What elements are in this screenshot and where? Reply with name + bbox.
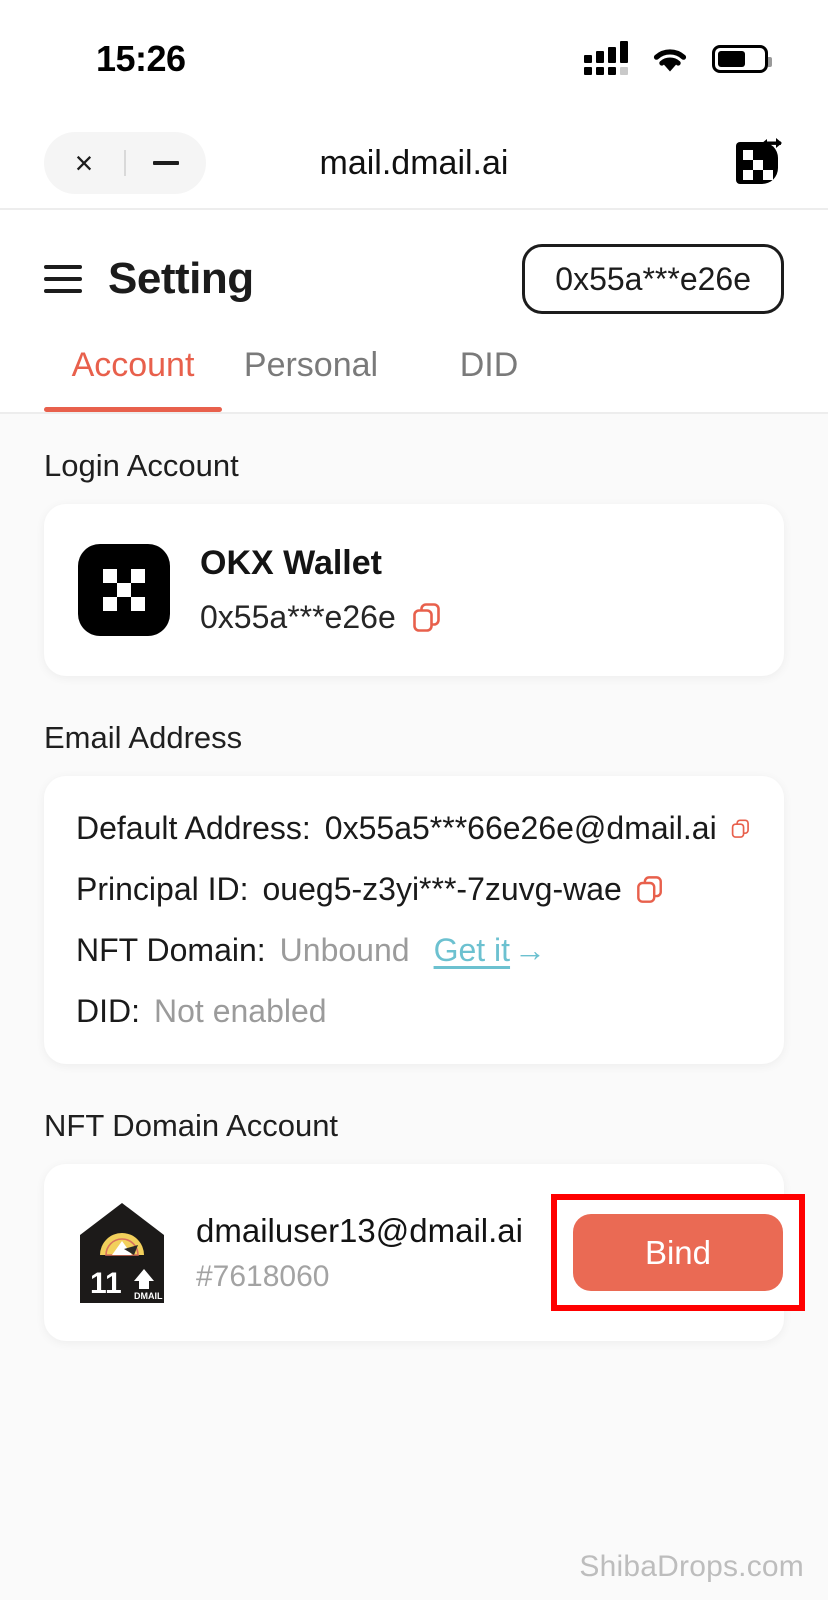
copy-icon[interactable] bbox=[731, 814, 750, 844]
minimize-button[interactable] bbox=[126, 132, 206, 194]
phone-screen: 15:26 × mail.dmail.ai Setting 0x55a***e2… bbox=[0, 0, 828, 1600]
value-nft-domain: Unbound bbox=[279, 932, 410, 968]
title-group: Setting bbox=[44, 254, 254, 304]
email-address-card: Default Address: 0x55a5***66e26e@dmail.a… bbox=[44, 776, 784, 1064]
value-principal-id: oueg5-z3yi***-7zuvg-wae bbox=[262, 871, 622, 907]
value-default-address: 0x55a5***66e26e@dmail.ai bbox=[324, 810, 717, 846]
close-icon: × bbox=[74, 145, 94, 181]
tab-personal[interactable]: Personal bbox=[222, 318, 400, 412]
login-account-card: OKX Wallet 0x55a***e26e bbox=[44, 504, 784, 676]
window-controls: × bbox=[44, 132, 206, 194]
label-did: DID: bbox=[76, 993, 140, 1029]
okx-swap-icon[interactable] bbox=[724, 132, 786, 194]
watermark: ShibaDrops.com bbox=[579, 1550, 804, 1583]
browser-bar: × mail.dmail.ai bbox=[0, 118, 828, 210]
tab-account[interactable]: Account bbox=[44, 318, 222, 412]
copy-icon[interactable] bbox=[412, 602, 442, 634]
nft-token-id: #7618060 bbox=[196, 1259, 330, 1293]
nft-brand: DMAIL bbox=[134, 1291, 163, 1301]
wallet-address: 0x55a***e26e bbox=[200, 599, 396, 635]
tab-bar: Account Personal DID bbox=[0, 318, 828, 414]
row-default-address: Default Address: 0x55a5***66e26e@dmail.a… bbox=[76, 810, 750, 847]
dmail-nft-badge-icon: 11 DMAIL bbox=[80, 1202, 164, 1303]
status-bar: 15:26 bbox=[0, 0, 828, 118]
bind-button-highlight: Bind bbox=[550, 1194, 805, 1311]
wifi-icon bbox=[653, 49, 687, 72]
okx-wallet-logo-icon bbox=[78, 544, 170, 636]
section-label-email-address: Email Address bbox=[44, 720, 243, 755]
wallet-address-pill[interactable]: 0x55a***e26e bbox=[522, 244, 784, 314]
bind-button[interactable]: Bind bbox=[572, 1214, 783, 1291]
nft-email: dmailuser13@dmail.ai bbox=[196, 1211, 523, 1249]
wallet-meta: OKX Wallet 0x55a***e26e bbox=[200, 544, 442, 636]
label-nft-domain: NFT Domain: bbox=[76, 932, 266, 968]
app-viewport: Setting 0x55a***e26e Account Personal DI… bbox=[0, 210, 828, 1600]
label-default-address: Default Address: bbox=[76, 810, 311, 846]
get-it-label: Get it bbox=[433, 932, 511, 968]
page-title: Setting bbox=[108, 254, 254, 303]
arrow-right-icon: → bbox=[514, 932, 547, 968]
minimize-icon bbox=[153, 161, 179, 165]
value-did: Not enabled bbox=[154, 993, 327, 1029]
settings-content: Login Account OKX Wallet 0x55a***e26e Em… bbox=[0, 414, 828, 1600]
get-it-link[interactable]: Get it → bbox=[434, 932, 546, 969]
section-label-login-account: Login Account bbox=[44, 448, 239, 483]
battery-icon bbox=[712, 45, 772, 73]
nft-number: 11 bbox=[90, 1267, 122, 1300]
cellular-signal-icon bbox=[584, 41, 628, 75]
status-time: 15:26 bbox=[96, 38, 186, 79]
nft-meta: dmailuser13@dmail.ai #7618060 bbox=[196, 1212, 523, 1294]
label-principal-id: Principal ID: bbox=[76, 871, 249, 907]
app-header: Setting 0x55a***e26e bbox=[0, 210, 828, 318]
row-principal-id: Principal ID: oueg5-z3yi***-7zuvg-wae bbox=[76, 871, 750, 908]
copy-icon[interactable] bbox=[636, 875, 664, 905]
row-nft-domain: NFT Domain: Unbound Get it → bbox=[76, 932, 750, 969]
hamburger-menu-icon[interactable] bbox=[44, 265, 82, 293]
status-icon-group bbox=[584, 41, 772, 75]
section-label-nft-domain-account: NFT Domain Account bbox=[44, 1108, 339, 1143]
close-button[interactable]: × bbox=[44, 132, 124, 194]
nft-domain-account-card: 11 DMAIL dmailuser13@dmail.ai #7618060 B… bbox=[44, 1164, 805, 1341]
row-did: DID: Not enabled bbox=[76, 993, 750, 1030]
wallet-address-row: 0x55a***e26e bbox=[200, 599, 442, 636]
tab-did[interactable]: DID bbox=[400, 318, 578, 412]
wallet-name: OKX Wallet bbox=[200, 544, 382, 582]
